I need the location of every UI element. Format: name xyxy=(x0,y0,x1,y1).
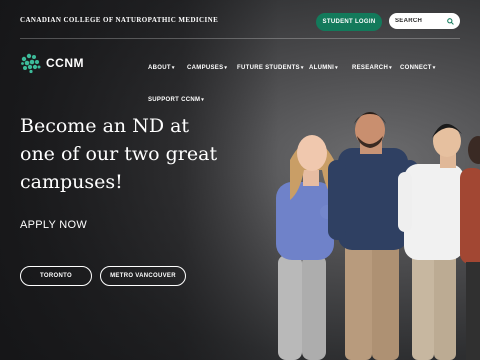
nav-item-future-students[interactable]: FUTURE STUDENTS▾ xyxy=(237,65,304,71)
nav-item-support-ccnm[interactable]: SUPPORT CCNM▾ xyxy=(148,97,204,103)
nav-label: ABOUT xyxy=(148,65,171,71)
chevron-down-icon: ▾ xyxy=(389,65,392,71)
nav-label: CONNECT xyxy=(400,65,432,71)
chevron-down-icon: ▾ xyxy=(224,65,228,71)
nav-label: SUPPORT CCNM xyxy=(148,97,201,103)
nav-item-research[interactable]: RESEARCH▾ xyxy=(352,65,392,71)
nav-label: RESEARCH xyxy=(352,65,389,71)
search-input[interactable] xyxy=(395,18,447,24)
search-box[interactable] xyxy=(389,13,460,29)
nav-item-connect[interactable]: CONNECT▾ xyxy=(400,65,436,71)
nav-item-campuses[interactable]: CAMPUSES▾ xyxy=(187,65,227,71)
chevron-down-icon: ▾ xyxy=(300,65,304,71)
nav-label: ALUMNI xyxy=(309,65,335,71)
nav-item-about[interactable]: ABOUT▾ xyxy=(148,65,175,71)
apply-now-link[interactable]: APPLY NOW xyxy=(20,219,87,231)
nav-label: FUTURE STUDENTS xyxy=(237,65,300,71)
chevron-down-icon: ▾ xyxy=(335,65,338,71)
nav-label: CAMPUSES xyxy=(187,65,224,71)
hero-headline: Become an ND at one of our two great cam… xyxy=(20,115,218,193)
ccnm-logo[interactable]: CCNM xyxy=(20,52,84,74)
campus-button-metro-vancouver[interactable]: METRO VANCOUVER xyxy=(100,266,186,286)
chevron-down-icon: ▾ xyxy=(432,65,436,71)
chevron-down-icon: ▾ xyxy=(201,97,205,103)
nav-item-alumni[interactable]: ALUMNI▾ xyxy=(309,65,338,71)
student-login-button[interactable]: STUDENT LOGIN xyxy=(316,13,382,31)
chevron-down-icon: ▾ xyxy=(171,65,175,71)
college-name: CANADIAN COLLEGE OF NATUROPATHIC MEDICIN… xyxy=(20,16,219,24)
campus-button-toronto[interactable]: TORONTO xyxy=(20,266,92,286)
header-divider xyxy=(20,38,460,39)
ccnm-dots-logo-icon xyxy=(21,53,41,74)
search-icon[interactable] xyxy=(447,17,454,25)
logo-text: CCNM xyxy=(46,56,84,70)
